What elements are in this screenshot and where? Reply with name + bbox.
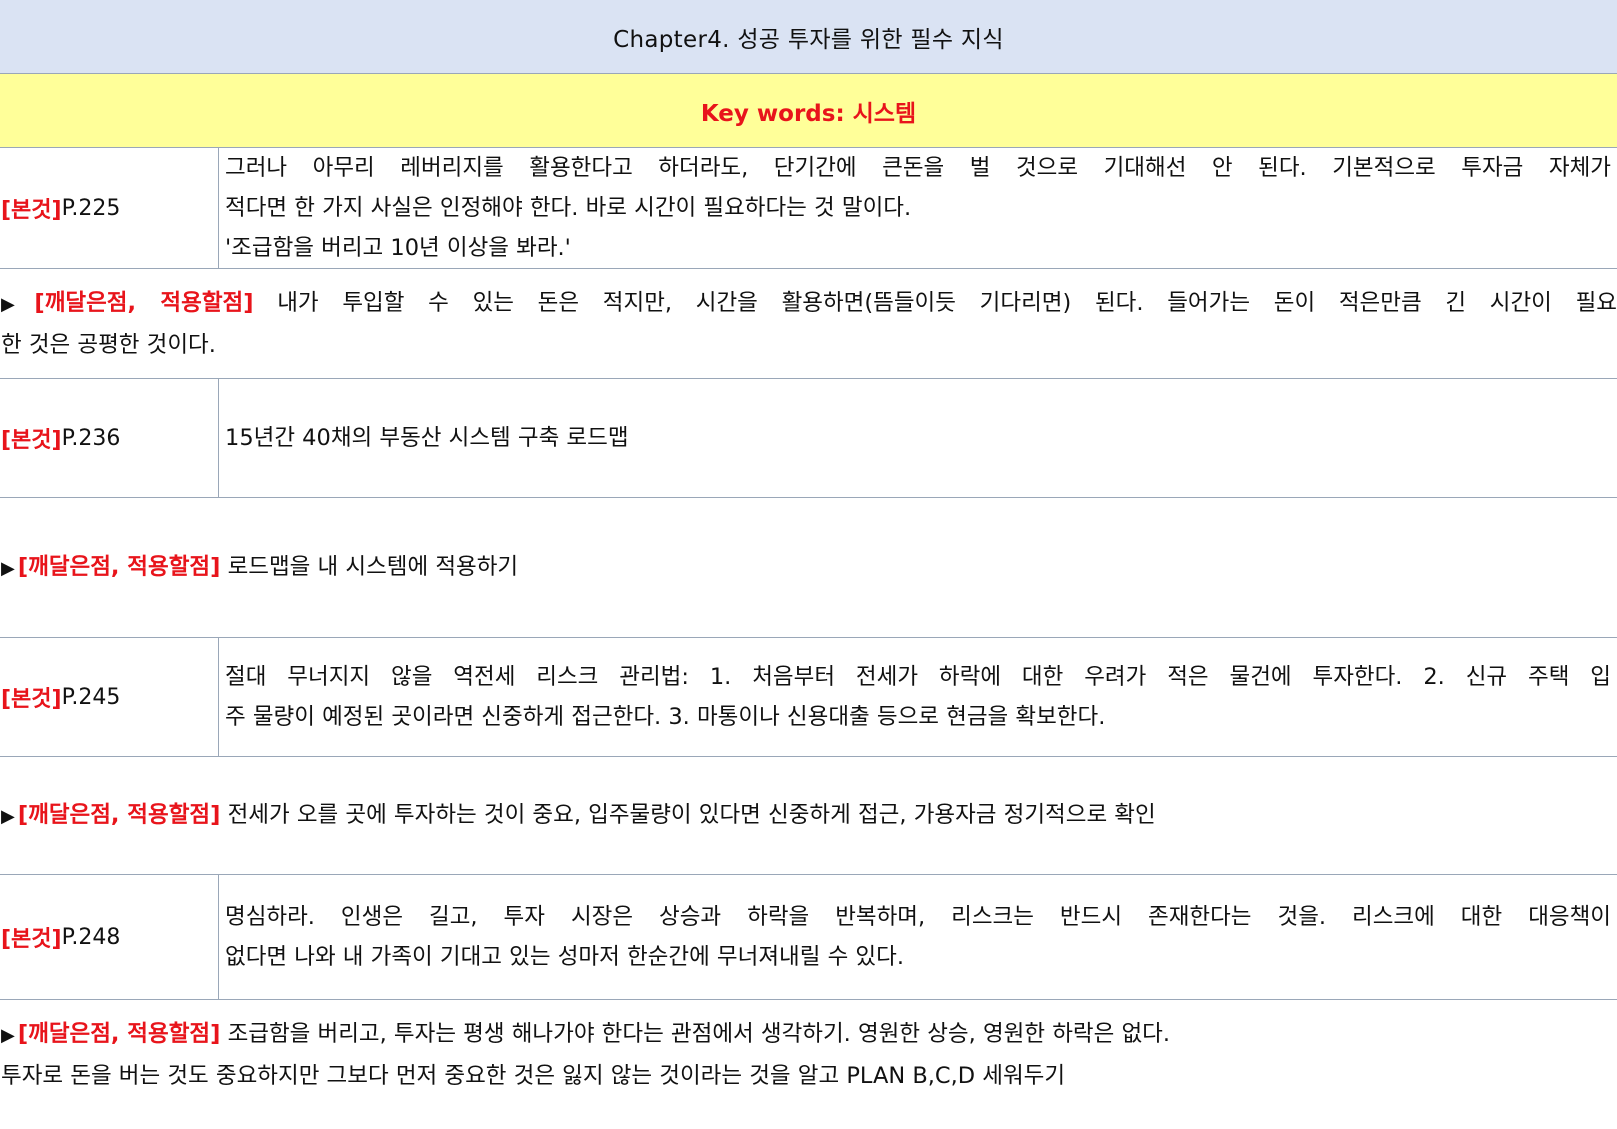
insight-line: ▶ [깨달은점, 적용할점] 전세가 오를 곳에 투자하는 것이 중요, 입주물량… bbox=[1, 795, 1617, 837]
quote-row-p248: [본것] P.248 명심하라. 인생은 길고, 투자 시장은 상승과 하락을 반… bbox=[0, 875, 1617, 1000]
insight-text: 전세가 오를 곳에 투자하는 것이 중요, 입주물량이 있다면 신중하게 접근,… bbox=[227, 801, 1156, 828]
arrow-icon: ▶ bbox=[1, 805, 15, 827]
quote-row-p236: [본것] P.236 15년간 40채의 부동산 시스템 구축 로드맵 bbox=[0, 379, 1617, 498]
insight-row-p236: ▶ [깨달은점, 적용할점] 로드맵을 내 시스템에 적용하기 bbox=[0, 498, 1617, 638]
quote-row-p225: [본것] P.225 그러나 아무리 레버리지를 활용한다고 하더라도, 단기간에… bbox=[0, 148, 1617, 269]
keywords-bar: Key words: 시스템 bbox=[0, 74, 1617, 148]
quote-ref-cell: [본것] P.248 bbox=[0, 875, 219, 999]
quote-text-cell: 명심하라. 인생은 길고, 투자 시장은 상승과 하락을 반복하며, 리스크는 … bbox=[219, 875, 1617, 999]
quote-tag: [본것] bbox=[1, 428, 62, 453]
quote-line: 명심하라. 인생은 길고, 투자 시장은 상승과 하락을 반복하며, 리스크는 … bbox=[225, 904, 1611, 930]
quote-text-cell: 그러나 아무리 레버리지를 활용한다고 하더라도, 단기간에 큰돈을 벌 것으로… bbox=[219, 148, 1617, 268]
quote-tag: [본것] bbox=[1, 198, 62, 223]
quote-tag: [본것] bbox=[1, 927, 62, 952]
insight-row-p245: ▶ [깨달은점, 적용할점] 전세가 오를 곳에 투자하는 것이 중요, 입주물량… bbox=[0, 757, 1617, 875]
quote-ref-cell: [본것] P.245 bbox=[0, 638, 219, 756]
insight-line: ▶ [깨달은점, 적용할점] 내가 투입할 수 있는 돈은 적지만, 시간을 활용… bbox=[1, 283, 1617, 325]
quote-line: 주 물량이 예정된 곳이라면 신중하게 접근한다. 3. 마통이나 신용대출 등… bbox=[225, 704, 1106, 730]
insight-text: 내가 투입할 수 있는 돈은 적지만, 시간을 활용하면(뜸들이듯 기다리면) … bbox=[277, 289, 1617, 316]
quote-text-cell: 절대 무너지지 않을 역전세 리스크 관리법: 1. 처음부터 전세가 하락에 … bbox=[219, 638, 1617, 756]
page-number: P.225 bbox=[61, 195, 121, 221]
quote-line: '조급함을 버리고 10년 이상을 봐라.' bbox=[225, 235, 571, 261]
quote-line: 없다면 나와 내 가족이 기대고 있는 성마저 한순간에 무너져내릴 수 있다. bbox=[225, 944, 904, 970]
insight-row-p225: ▶ [깨달은점, 적용할점] 내가 투입할 수 있는 돈은 적지만, 시간을 활용… bbox=[0, 269, 1617, 379]
insight-tag: [깨달은점, 적용할점] bbox=[34, 289, 254, 316]
page-number: P.236 bbox=[61, 425, 121, 451]
arrow-icon: ▶ bbox=[1, 1025, 15, 1046]
insight-text: 로드맵을 내 시스템에 적용하기 bbox=[227, 553, 519, 580]
insight-tag: [깨달은점, 적용할점] bbox=[17, 1021, 221, 1047]
arrow-icon: ▶ bbox=[1, 293, 32, 315]
insight-row-p248: ▶ [깨달은점, 적용할점] 조급함을 버리고, 투자는 평생 해나가야 한다는 … bbox=[0, 1000, 1617, 1110]
quote-ref-cell: [본것] P.236 bbox=[0, 379, 219, 497]
insight-tag: [깨달은점, 적용할점] bbox=[17, 801, 221, 828]
insight-line: ▶ [깨달은점, 적용할점] 조급함을 버리고, 투자는 평생 해나가야 한다는 … bbox=[1, 1014, 1617, 1056]
reading-notes-sheet: Chapter4. 성공 투자를 위한 필수 지식 Key words: 시스템… bbox=[0, 0, 1617, 1110]
insight-line: 투자로 돈을 버는 것도 중요하지만 그보다 먼저 중요한 것은 잃지 않는 것… bbox=[1, 1063, 1066, 1089]
arrow-icon: ▶ bbox=[1, 557, 15, 579]
insight-line: ▶ [깨달은점, 적용할점] 로드맵을 내 시스템에 적용하기 bbox=[1, 547, 1617, 589]
page-number: P.245 bbox=[61, 684, 121, 710]
chapter-title: Chapter4. 성공 투자를 위한 필수 지식 bbox=[613, 26, 1004, 53]
insight-text: 조급함을 버리고, 투자는 평생 해나가야 한다는 관점에서 생각하기. 영원한… bbox=[227, 1021, 1170, 1047]
quote-line: 절대 무너지지 않을 역전세 리스크 관리법: 1. 처음부터 전세가 하락에 … bbox=[225, 664, 1611, 690]
chapter-title-bar: Chapter4. 성공 투자를 위한 필수 지식 bbox=[0, 0, 1617, 74]
keywords-label: Key words: 시스템 bbox=[700, 100, 917, 127]
quote-line: 15년간 40채의 부동산 시스템 구축 로드맵 bbox=[225, 425, 629, 451]
insight-tag: [깨달은점, 적용할점] bbox=[17, 553, 221, 580]
quote-row-p245: [본것] P.245 절대 무너지지 않을 역전세 리스크 관리법: 1. 처음부… bbox=[0, 638, 1617, 757]
insight-line: 한 것은 공평한 것이다. bbox=[1, 331, 216, 358]
quote-line: 적다면 한 가지 사실은 인정해야 한다. 바로 시간이 필요하다는 것 말이다… bbox=[225, 195, 912, 221]
quote-ref-cell: [본것] P.225 bbox=[0, 148, 219, 268]
quote-line: 그러나 아무리 레버리지를 활용한다고 하더라도, 단기간에 큰돈을 벌 것으로… bbox=[225, 155, 1611, 181]
page-number: P.248 bbox=[61, 924, 121, 950]
quote-text-cell: 15년간 40채의 부동산 시스템 구축 로드맵 bbox=[219, 379, 1617, 497]
quote-tag: [본것] bbox=[1, 687, 62, 712]
